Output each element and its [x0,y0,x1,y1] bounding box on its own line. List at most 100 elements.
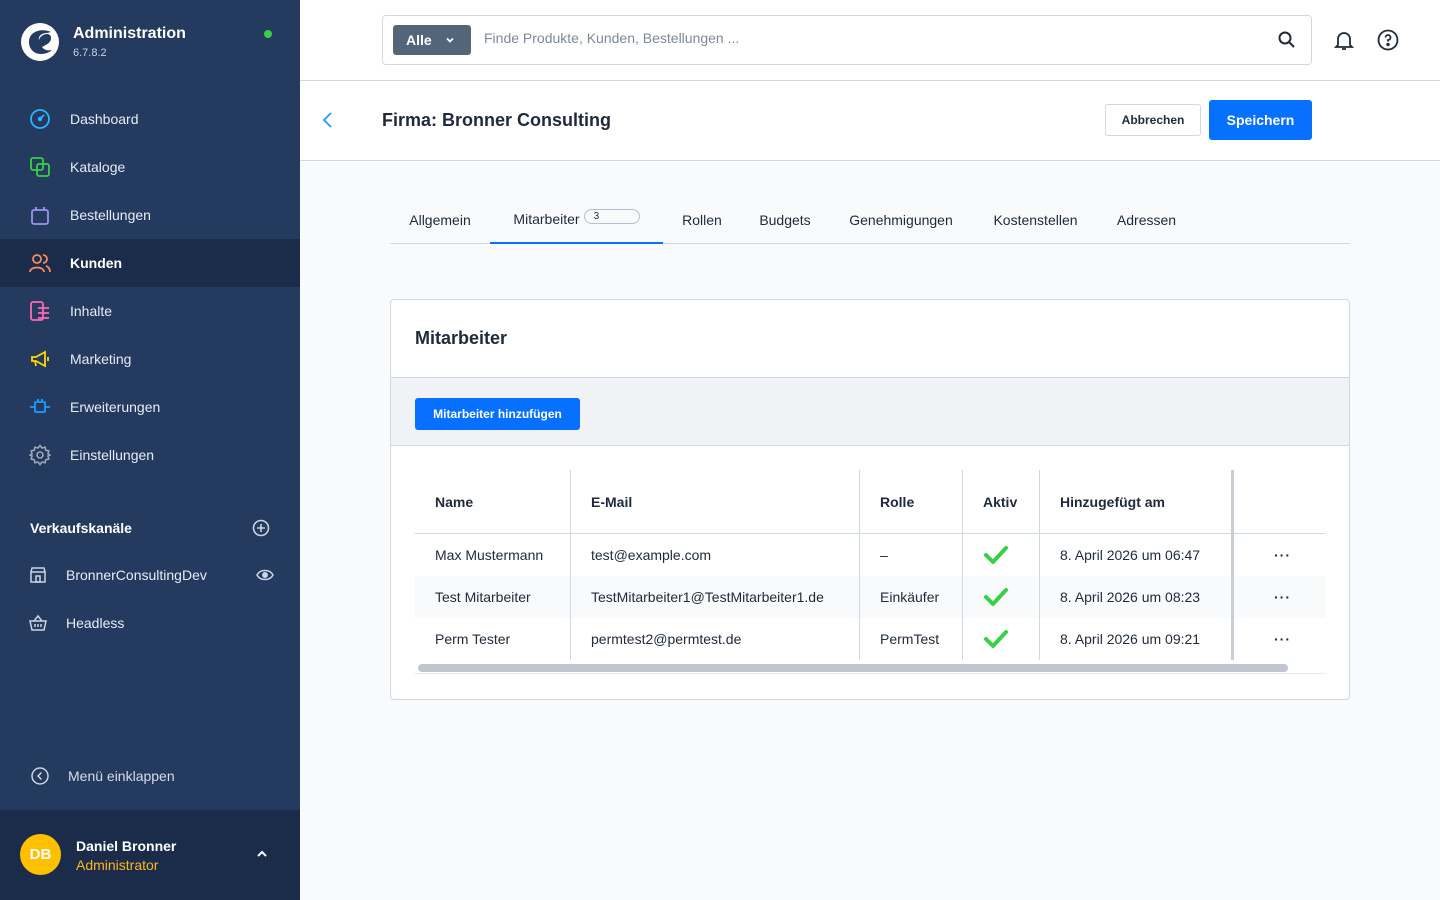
back-arrow-icon[interactable] [320,111,336,129]
nav-label: Bestellungen [70,207,151,223]
app-version: 6.7.8.2 [73,47,107,59]
customers-icon [28,251,52,275]
tab-bar: Allgemein Mitarbeiter 3 Rollen Budgets G… [390,196,1350,244]
search-icon[interactable] [1277,30,1297,50]
cell-role: – [880,547,888,563]
column-header-role[interactable]: Rolle [860,470,962,533]
user-name: Daniel Bronner [76,838,177,854]
sales-channel-headless[interactable]: Headless [28,611,274,635]
save-button[interactable]: Speichern [1209,100,1312,140]
column-header-name[interactable]: Name [415,470,570,533]
column-header-active[interactable]: Aktiv [963,470,1039,533]
nav-item-marketing[interactable]: Marketing [0,335,300,383]
tab-rollen[interactable]: Rollen [670,196,734,244]
nav-label: Erweiterungen [70,399,161,415]
marketing-icon [28,347,52,371]
nav-item-kataloge[interactable]: Kataloge [0,143,300,191]
sales-channels-title: Verkaufskanäle [30,520,132,536]
cell-added: 8. April 2026 um 08:23 [1060,589,1201,605]
settings-icon [28,443,52,467]
shopware-logo-icon [21,23,59,61]
main-nav: Dashboard Kataloge Bestellungen Kunden I… [0,95,300,479]
chevron-down-icon [446,37,454,43]
column-header-added[interactable]: Hinzugefügt am [1040,470,1230,533]
cell-active [963,534,1039,576]
cell-email: test@example.com [591,547,712,563]
cell-active [963,576,1039,618]
user-role: Administrator [76,857,159,873]
row-actions-button[interactable]: ··· [1240,576,1325,618]
nav-label: Dashboard [70,111,139,127]
checkmark-icon [984,588,1008,606]
sales-channel-label: Headless [66,615,125,631]
cell-added: 8. April 2026 um 09:21 [1060,631,1201,647]
horizontal-scrollbar[interactable] [418,664,1288,672]
sales-channel-bronnerconsultingdev[interactable]: BronnerConsultingDev [28,563,274,587]
nav-label: Marketing [70,351,132,367]
employees-card: Mitarbeiter Mitarbeiter hinzufügen Name … [390,299,1350,700]
cell-role: PermTest [880,631,940,647]
page-header: Firma: Bronner Consulting Abbrechen Spei… [300,81,1440,161]
bell-icon[interactable] [1333,29,1355,51]
nav-label: Inhalte [70,303,113,319]
tab-genehmigungen[interactable]: Genehmigungen [836,196,966,244]
content-icon [28,299,52,323]
tab-allgemein[interactable]: Allgemein [390,196,490,244]
sales-channel-label: BronnerConsultingDev [66,567,207,583]
help-icon[interactable] [1377,29,1399,51]
tab-mitarbeiter[interactable]: Mitarbeiter 3 [490,196,663,244]
user-menu[interactable]: DB Daniel Bronner Administrator [0,810,300,900]
orders-icon [28,203,52,227]
cell-name: Test Mitarbeiter [435,589,531,605]
collapse-menu-button[interactable]: Menü einklappen [30,766,175,786]
table-row[interactable]: Test Mitarbeiter TestMitarbeiter1@TestMi… [415,576,1325,618]
nav-item-inhalte[interactable]: Inhalte [0,287,300,335]
nav-item-bestellungen[interactable]: Bestellungen [0,191,300,239]
table-row[interactable]: Perm Tester permtest2@permtest.de PermTe… [415,618,1325,660]
extensions-icon [28,395,52,419]
nav-item-kunden[interactable]: Kunden [0,239,300,287]
collapse-icon [31,767,49,785]
sidebar: Administration 6.7.8.2 Dashboard Katalog… [0,0,300,900]
cell-name: Perm Tester [435,631,511,647]
cell-name: Max Mustermann [435,547,544,563]
card-toolbar: Mitarbeiter hinzufügen [391,377,1349,446]
tab-budgets[interactable]: Budgets [748,196,822,244]
checkmark-icon [984,630,1008,648]
add-sales-channel-icon[interactable] [252,519,270,537]
count-badge: 3 [583,208,640,224]
nav-item-einstellungen[interactable]: Einstellungen [0,431,300,479]
cell-active [963,618,1039,660]
sales-channels-heading: Verkaufskanäle [30,519,270,537]
collapse-label: Menü einklappen [68,768,175,784]
tab-adressen[interactable]: Adressen [1105,196,1188,244]
column-divider [962,470,963,660]
catalog-icon [28,155,52,179]
cell-email: permtest2@permtest.de [591,631,742,647]
chevron-up-icon[interactable] [254,846,270,862]
status-indicator [264,30,272,38]
add-employee-button[interactable]: Mitarbeiter hinzufügen [415,398,580,430]
tab-kostenstellen[interactable]: Kostenstellen [979,196,1092,244]
brand[interactable]: Administration 6.7.8.2 [20,22,186,62]
column-header-email[interactable]: E-Mail [571,470,859,533]
row-actions-button[interactable]: ··· [1240,534,1325,576]
page-title: Firma: Bronner Consulting [382,110,611,130]
avatar: DB [20,834,61,875]
search-type-label: Alle [406,32,432,48]
cell-email: TestMitarbeiter1@TestMitarbeiter1.de [591,589,824,605]
nav-label: Einstellungen [70,447,155,463]
row-actions-button[interactable]: ··· [1240,618,1325,660]
column-divider [859,470,860,660]
eye-icon[interactable] [256,566,274,584]
nav-label: Kunden [70,255,123,271]
dashboard-icon [28,107,52,131]
cancel-button[interactable]: Abbrechen [1105,104,1201,136]
table-row[interactable]: Max Mustermann test@example.com – 8. Apr… [415,534,1325,576]
nav-item-erweiterungen[interactable]: Erweiterungen [0,383,300,431]
nav-item-dashboard[interactable]: Dashboard [0,95,300,143]
search-input[interactable] [484,30,1244,46]
cell-added: 8. April 2026 um 06:47 [1060,547,1201,563]
search-type-dropdown[interactable]: Alle [393,25,471,55]
search-bar: Alle [382,15,1312,65]
